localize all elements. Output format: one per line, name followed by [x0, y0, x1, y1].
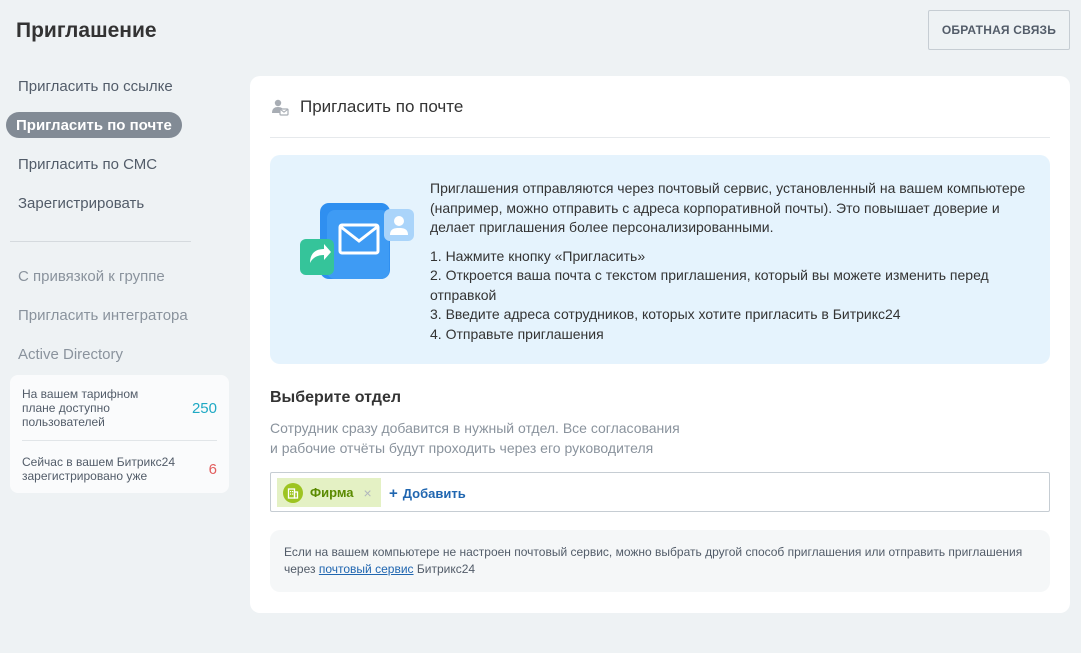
stat-registered-value: 6	[208, 460, 217, 478]
building-icon	[283, 482, 303, 503]
sidebar-item-group-bind[interactable]: С привязкой к группе	[6, 263, 177, 289]
stat-divider	[22, 440, 217, 441]
department-selector[interactable]: Фирма × + Добавить	[270, 472, 1050, 512]
info-steps: 1. Нажмите кнопку «Пригласить» 2. Открое…	[430, 247, 1030, 345]
mail-service-note: Если на вашем компьютере не настроен поч…	[270, 530, 1050, 592]
add-department-link[interactable]: + Добавить	[389, 485, 466, 502]
stat-available-users: На вашем тарифном плане доступно пользов…	[22, 387, 217, 429]
user-stats-card: На вашем тарифном плане доступно пользов…	[10, 375, 229, 493]
department-title: Выберите отдел	[270, 389, 402, 406]
page-title: Приглашение	[16, 19, 157, 42]
info-box: Приглашения отправляются через почтовый …	[270, 155, 1050, 364]
department-description: Сотрудник сразу добавится в нужный отдел…	[270, 420, 680, 456]
info-step: 3. Введите адреса сотрудников, которых х…	[430, 306, 901, 322]
mail-service-link[interactable]: почтовый сервис	[319, 562, 414, 576]
stat-available-label: На вашем тарифном плане доступно пользов…	[22, 387, 139, 429]
info-step: 4. Отправьте приглашения	[430, 325, 604, 342]
stat-registered-label: Сейчас в вашем Битрикс24 зарегистрирован…	[22, 455, 175, 483]
panel-title: Пригласить по почте	[300, 96, 464, 116]
add-department-label: Добавить	[402, 486, 466, 501]
info-step: 1. Нажмите кнопку «Пригласить»	[430, 247, 646, 264]
sidebar-item-invite-email[interactable]: Пригласить по почте	[6, 112, 182, 138]
invite-email-panel: Пригласить по почте Приглашения отправля…	[250, 76, 1070, 613]
sidebar-item-invite-sms[interactable]: Пригласить по СМС	[6, 151, 169, 177]
info-step: 2. Откроется ваша почта с текстом пригла…	[430, 267, 989, 303]
stat-registered-users: Сейчас в вашем Битрикс24 зарегистрирован…	[22, 455, 217, 483]
department-tag: Фирма ×	[277, 478, 381, 507]
note-text: Если на вашем компьютере не настроен поч…	[284, 544, 1024, 578]
sidebar-item-invite-integrator[interactable]: Пригласить интегратора	[6, 302, 200, 328]
mail-illustration	[298, 197, 418, 288]
sidebar-item-active-directory[interactable]: Active Directory	[6, 341, 135, 367]
info-intro: Приглашения отправляются через почтовый …	[430, 180, 1026, 235]
sidebar-item-register[interactable]: Зарегистрировать	[6, 190, 156, 216]
stat-available-value: 250	[191, 399, 217, 417]
note-text-after: Битрикс24	[413, 562, 476, 576]
panel-header: Пригласить по почте	[270, 76, 1050, 138]
plus-icon: +	[389, 485, 398, 502]
feedback-button[interactable]: ОБРАТНАЯ СВЯЗЬ	[928, 10, 1070, 50]
close-icon[interactable]: ×	[364, 485, 372, 501]
sidebar-divider	[10, 241, 191, 242]
department-tag-label: Фирма	[310, 485, 354, 500]
sidebar-item-invite-link[interactable]: Пригласить по ссылке	[6, 73, 185, 99]
user-mail-icon	[270, 97, 290, 117]
info-text: Приглашения отправляются через почтовый …	[430, 179, 1030, 344]
